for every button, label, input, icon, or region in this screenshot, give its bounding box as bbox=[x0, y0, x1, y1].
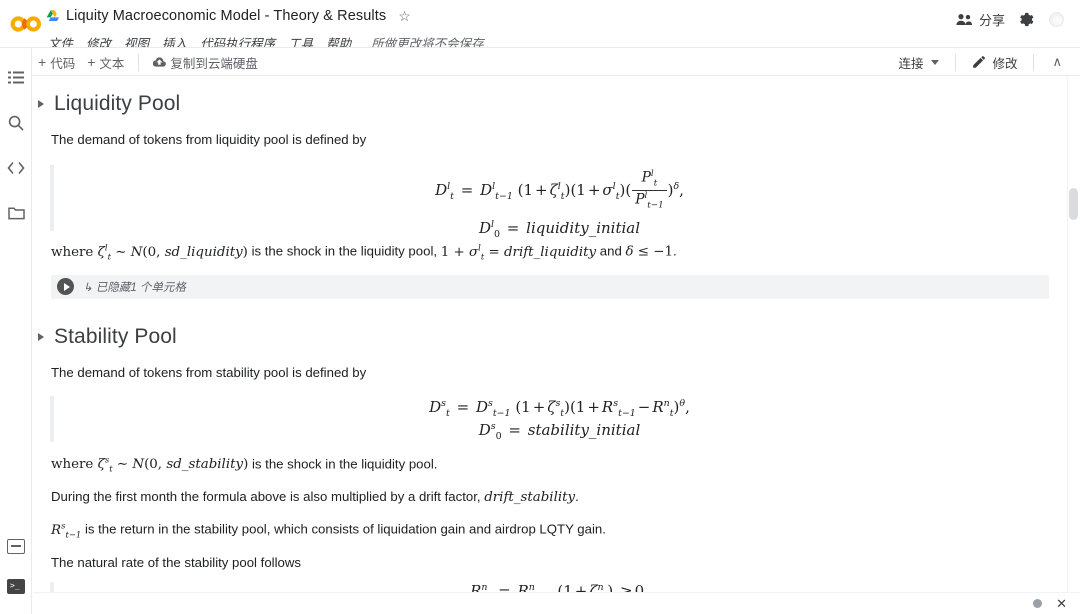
collapse-toolbar-button[interactable]: ∧ bbox=[1042, 52, 1072, 72]
pencil-icon bbox=[973, 55, 986, 68]
add-code-cell-button[interactable]: + 代码 bbox=[32, 51, 81, 74]
plus-icon: + bbox=[38, 54, 47, 70]
liquidity-formula-block: Dlt = Dlt−1 (1 + ζlt)(1 + σlt)(Plt Plt−1)δ, D… bbox=[33, 165, 1068, 240]
left-rail-bottom: >_ bbox=[0, 526, 32, 606]
math-quote-bar bbox=[50, 165, 54, 232]
stability-drift-text: During the first month the formula above… bbox=[51, 489, 579, 506]
section-title: Liquidity Pool bbox=[54, 92, 181, 115]
close-icon[interactable]: ✕ bbox=[1056, 597, 1067, 610]
gear-icon bbox=[1020, 12, 1034, 26]
section-header-stability-pool: Stability Pool bbox=[33, 325, 1068, 349]
title-and-menu: Liquity Macroeconomic Model - Theory & R… bbox=[46, 0, 485, 53]
stability-formula-block: Dst = Dst−1 (1 + ζst)(1 + Rst−1− Rnt)θ, Ds0 =… bbox=[33, 395, 1068, 442]
section-stability-pool: Stability Pool The demand of tokens from… bbox=[33, 299, 1068, 614]
settings-button[interactable] bbox=[1019, 12, 1035, 28]
people-icon bbox=[956, 14, 972, 25]
share-label: 分享 bbox=[978, 13, 1005, 28]
stability-formula-initial: Ds0 = stability_initial bbox=[478, 420, 641, 442]
copy-to-drive-label: 复制到云端硬盘 bbox=[170, 56, 258, 71]
search-icon[interactable] bbox=[0, 103, 32, 143]
run-cell-button[interactable] bbox=[57, 278, 74, 296]
idle-indicator-icon bbox=[1033, 599, 1043, 608]
hidden-cell-bar[interactable]: ↳ 已隐藏1 个单元格 bbox=[51, 274, 1049, 299]
section-toggle-arrow-icon[interactable] bbox=[38, 100, 44, 108]
stability-where-text: where ζst ∼ N(0, sd_stability) is the sh… bbox=[51, 454, 438, 474]
natural-rate-intro-text: The natural rate of the stability pool f… bbox=[51, 554, 301, 570]
drive-upload-icon bbox=[153, 56, 167, 67]
document-title[interactable]: Liquity Macroeconomic Model - Theory & R… bbox=[66, 8, 386, 24]
liquidity-where-text: where ζlt ∼ N(0, sd_liquidity) is the sh… bbox=[51, 242, 677, 262]
left-rail: >_ bbox=[0, 48, 32, 614]
colab-logo[interactable] bbox=[0, 0, 46, 48]
math-quote-bar bbox=[50, 395, 54, 442]
toolbar-separator bbox=[138, 53, 140, 71]
toolbar-separator bbox=[1033, 53, 1035, 71]
terminal-icon[interactable]: >_ bbox=[0, 566, 32, 606]
chevron-down-icon bbox=[931, 59, 940, 65]
section-toggle-arrow-icon[interactable] bbox=[38, 332, 44, 341]
section-header-liquidity-pool: Liquidity Pool bbox=[33, 92, 1068, 116]
copy-to-drive-button[interactable]: 复制到云端硬盘 bbox=[147, 51, 264, 74]
plus-icon: + bbox=[87, 54, 96, 70]
stability-formula-main: Dst = Dst−1 (1 + ζst)(1 + Rst−1− Rnt)θ, bbox=[429, 397, 690, 419]
toolbar-separator bbox=[955, 53, 957, 71]
edit-label: 修改 bbox=[992, 56, 1018, 71]
liquidity-intro-text: The demand of tokens from liquidity pool… bbox=[51, 132, 367, 147]
share-button[interactable]: 分享 bbox=[956, 10, 1005, 29]
add-code-label: 代码 bbox=[50, 56, 76, 71]
vertical-scrollbar-track[interactable] bbox=[1067, 76, 1080, 614]
header-actions: 分享 bbox=[956, 0, 1080, 29]
code-snippets-icon[interactable] bbox=[0, 148, 32, 188]
toolbar-right-group: 连接 修改 ∧ bbox=[890, 50, 1080, 75]
section-title: Stability Pool bbox=[54, 324, 177, 348]
edit-button[interactable]: 修改 bbox=[964, 50, 1025, 75]
command-palette-icon[interactable] bbox=[0, 526, 32, 566]
vertical-scrollbar-thumb[interactable] bbox=[1069, 188, 1078, 220]
google-drive-icon bbox=[46, 9, 60, 23]
add-text-cell-button[interactable]: + 文本 bbox=[81, 51, 130, 74]
title-row: Liquity Macroeconomic Model - Theory & R… bbox=[46, 5, 485, 27]
liquidity-formula-main: Dlt = Dlt−1 (1 + ζlt)(1 + σlt)(Plt Plt−1)δ, bbox=[435, 169, 684, 210]
hidden-cell-label: ↳ 已隐藏1 个单元格 bbox=[83, 281, 186, 294]
add-text-label: 文本 bbox=[99, 56, 125, 71]
star-icon[interactable]: ☆ bbox=[398, 9, 411, 23]
table-of-contents-icon[interactable] bbox=[0, 58, 32, 98]
notebook-content: Liquidity Pool The demand of tokens from… bbox=[33, 76, 1068, 614]
section-liquidity-pool: Liquidity Pool The demand of tokens from… bbox=[33, 76, 1068, 299]
notebook-toolbar: + 代码 + 文本 复制到云端硬盘 连接 修改 ∧ bbox=[32, 48, 1080, 76]
stability-return-text: Rst−1 is the return in the stability poo… bbox=[51, 520, 606, 540]
colab-logo-icon bbox=[10, 16, 41, 32]
liquidity-formula-initial: Dl0 = liquidity_initial bbox=[478, 219, 641, 241]
connect-button[interactable]: 连接 bbox=[890, 50, 947, 75]
app-header: Liquity Macroeconomic Model - Theory & R… bbox=[0, 0, 1080, 51]
files-icon[interactable] bbox=[0, 193, 32, 233]
connect-label: 连接 bbox=[898, 56, 924, 71]
status-bar: ✕ bbox=[33, 592, 1080, 614]
avatar[interactable] bbox=[1049, 12, 1064, 27]
stability-intro-text: The demand of tokens from stability pool… bbox=[51, 364, 367, 380]
